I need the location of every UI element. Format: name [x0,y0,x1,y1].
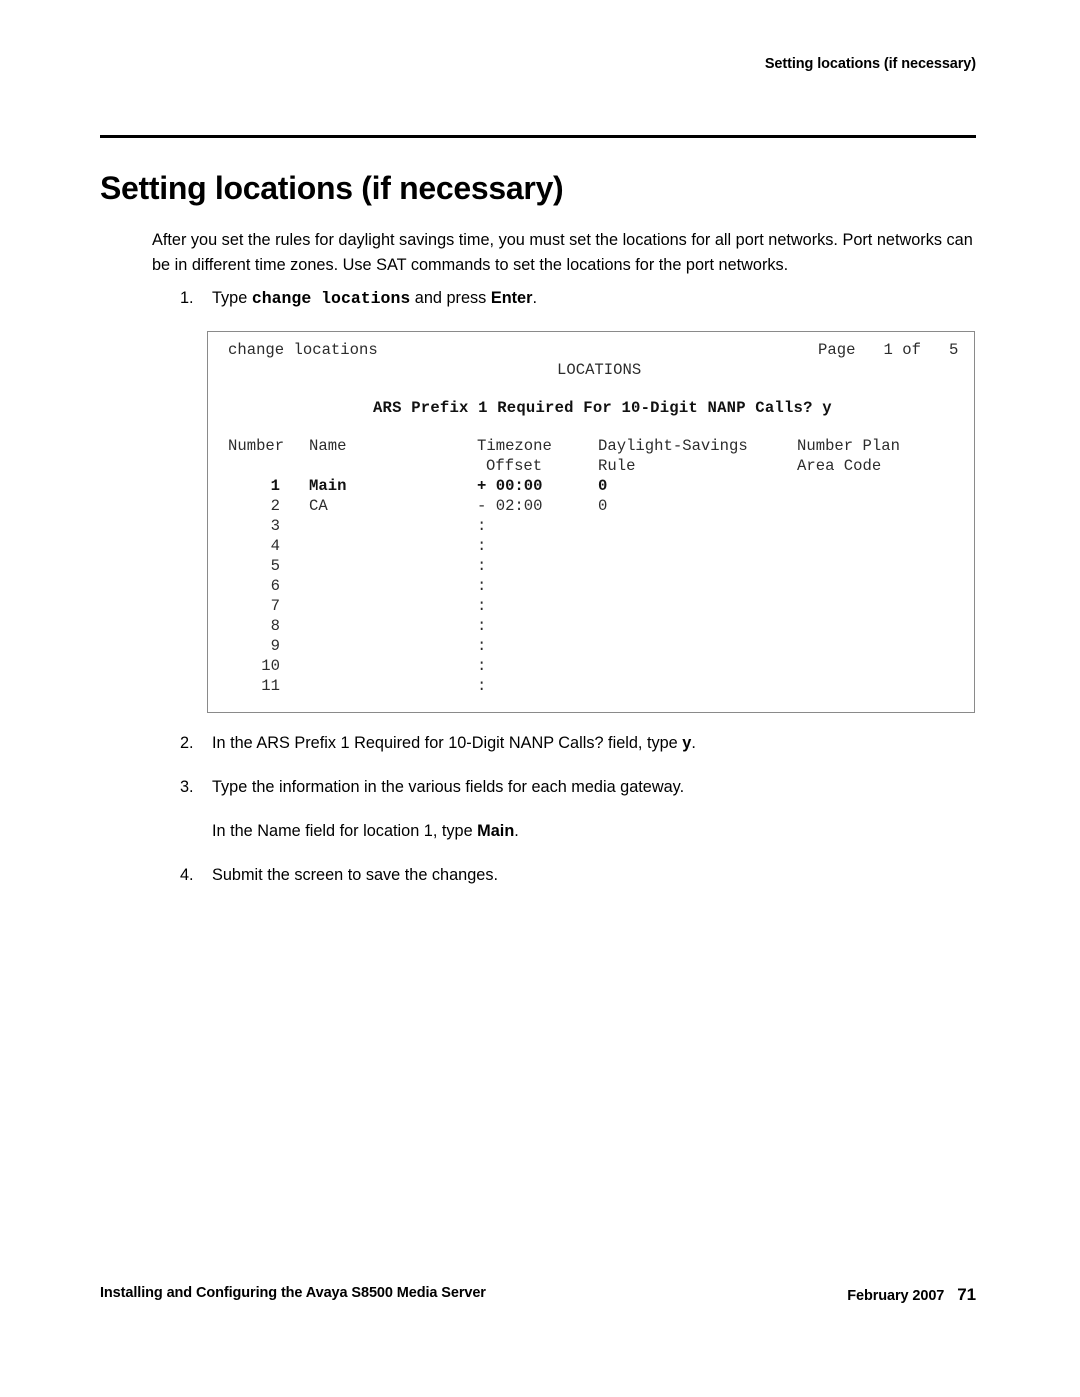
sat-col-header-name: Name [309,437,347,455]
sat-col-header-timezone: Timezone [477,437,552,455]
step-3-substep: In the Name field for location 1, type M… [212,819,980,844]
sat-col-header-number-plan: Number Plan [797,437,900,455]
footer-page-number: 71 [957,1285,976,1304]
sat-command-line: change locations [228,341,378,359]
sat-page-indicator: Page 1 of 5 [818,341,959,359]
sat-cell-name: Main [309,477,347,495]
step-3: 3. Type the information in the various fi… [180,775,980,844]
procedure-steps-lower: 2. In the ARS Prefix 1 Required for 10-Di… [180,731,980,888]
sat-col-subheader-area-code: Area Code [797,457,882,475]
sat-location-rows: 1 Main + 00:00 0 2 CA - 02:00 0 3:4:5:6:7:8:9:10… [208,476,974,696]
sat-cell-number: 9 [270,637,280,655]
step-1-text-mid: and press [410,289,491,307]
sat-cell-number: 2 [270,497,280,515]
sat-cell-timezone: : [477,637,487,655]
sat-location-row: 11: [208,676,974,696]
step-2-value: y [682,734,692,752]
sat-terminal-screen: change locations Page 1 of 5 LOCATIONS A… [207,331,975,713]
sat-cell-number: 3 [270,517,280,535]
sat-location-row: 1 Main + 00:00 0 [208,476,974,496]
step-3-text: Type the information in the various fiel… [212,778,685,796]
step-4-number: 4. [180,866,194,884]
sat-cell-timezone: : [477,677,487,695]
sat-cell-timezone: : [477,577,487,595]
sat-cell-number: 6 [270,577,280,595]
sat-ars-prefix-field: ARS Prefix 1 Required For 10-Digit NANP … [373,399,832,417]
page-title: Setting locations (if necessary) [100,170,564,207]
step-4-text: Submit the screen to save the changes. [212,866,498,884]
step-1-text-post: . [532,289,537,307]
step-2-text-pre: In the ARS Prefix 1 Required for 10-Digi… [212,734,683,752]
sat-cell-timezone: : [477,537,487,555]
step-2: 2. In the ARS Prefix 1 Required for 10-Di… [180,731,980,756]
step-1: 1. Type change locations and press Enter. [180,286,980,311]
footer-date-and-page: February 2007 71 [100,1285,976,1305]
step-4: 4. Submit the screen to save the changes. [180,863,980,888]
sat-location-row: 4: [208,536,974,556]
sat-cell-number: 10 [261,657,280,675]
sat-location-row: 6: [208,576,974,596]
step-3-sub-text-pre: In the Name field for location 1, type [212,822,478,840]
sat-cell-timezone: + 00:00 [477,477,543,495]
sat-cell-timezone: : [477,657,487,675]
sat-col-header-daylight-savings: Daylight-Savings [598,437,748,455]
step-3-sub-value: Main [477,822,515,840]
sat-col-subheader-offset: Offset [486,457,543,475]
step-1-number: 1. [180,289,194,307]
sat-cell-timezone: : [477,557,487,575]
step-2-text-post: . [691,734,696,752]
title-divider-rule [100,135,976,138]
procedure-steps-upper: 1. Type change locations and press Enter. [180,286,980,311]
step-3-sub-text-post: . [514,822,519,840]
sat-cell-number: 4 [270,537,280,555]
sat-location-row: 3: [208,516,974,536]
sat-cell-timezone: : [477,517,487,535]
sat-cell-rule: 0 [598,497,608,515]
sat-col-subheader-rule: Rule [598,457,636,475]
sat-location-row: 8: [208,616,974,636]
sat-location-row: 9: [208,636,974,656]
step-1-command: change locations [251,289,411,308]
sat-location-row: 5: [208,556,974,576]
sat-cell-timezone: : [477,617,487,635]
sat-screen-name: LOCATIONS [557,361,642,379]
step-3-number: 3. [180,778,194,796]
step-1-key: Enter [490,289,533,307]
sat-location-row: 2 CA - 02:00 0 [208,496,974,516]
footer-date: February 2007 [847,1288,945,1304]
intro-paragraph: After you set the rules for daylight sav… [152,231,973,275]
sat-cell-timezone: - 02:00 [477,497,543,515]
step-1-text-pre: Type [212,289,252,307]
running-header: Setting locations (if necessary) [764,56,976,72]
sat-cell-number: 11 [261,677,280,695]
step-2-number: 2. [180,734,194,752]
sat-col-header-number: Number [228,437,285,455]
sat-cell-number: 8 [270,617,280,635]
sat-location-row: 7: [208,596,974,616]
sat-cell-name: CA [309,497,328,515]
sat-cell-number: 1 [270,477,280,495]
sat-cell-timezone: : [477,597,487,615]
sat-cell-rule: 0 [598,477,608,495]
sat-cell-number: 7 [270,597,280,615]
sat-cell-number: 5 [270,557,280,575]
sat-location-row: 10: [208,656,974,676]
sat-terminal-body: change locations Page 1 of 5 LOCATIONS A… [208,332,974,712]
